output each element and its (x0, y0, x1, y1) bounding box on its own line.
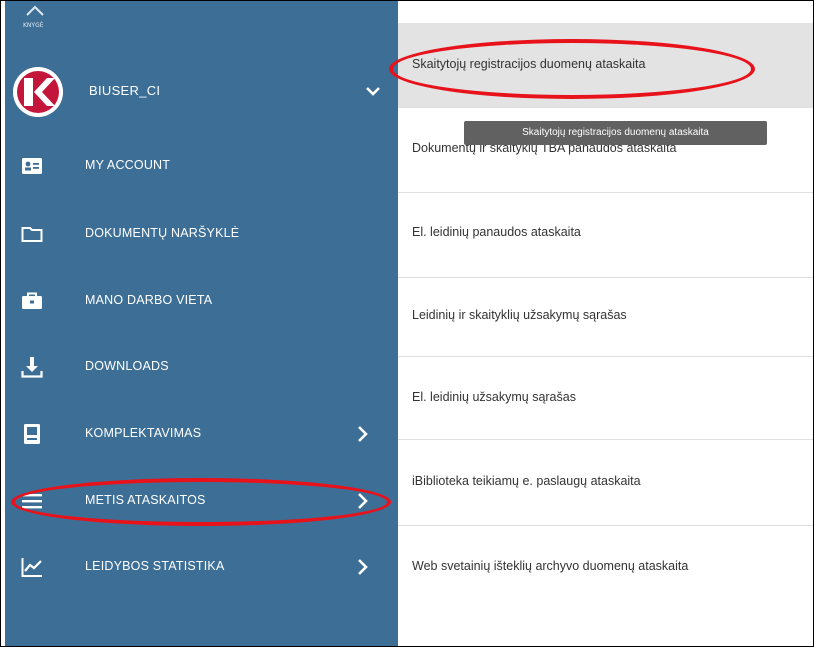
report-label: Skaitytojų registracijos duomenų ataskai… (412, 57, 646, 71)
sidebar-item-metis-ataskaitos[interactable]: METIS ATASKAITOS (5, 481, 398, 521)
sidebar-item-label: MANO DARBO VIETA (85, 293, 213, 307)
chevron-right-icon (355, 491, 371, 511)
folder-icon (20, 222, 44, 246)
download-icon (20, 355, 44, 379)
sidebar-item-label: DOWNLOADS (85, 359, 169, 373)
report-item[interactable]: El. leidinių panaudos ataskaita (398, 193, 813, 278)
briefcase-icon (20, 289, 44, 313)
report-label: iBiblioteka teikiamų e. paslaugų ataskai… (412, 474, 641, 488)
chart-icon (20, 555, 44, 579)
user-k-icon (13, 67, 63, 117)
report-label: El. leidinių panaudos ataskaita (412, 225, 581, 239)
report-list: Skaitytojų registracijos duomenų ataskai… (398, 1, 813, 646)
sidebar-item-mano-darbo-vieta[interactable]: MANO DARBO VIETA (5, 281, 398, 321)
report-item[interactable]: iBiblioteka teikiamų e. paslaugų ataskai… (398, 440, 813, 526)
report-label: El. leidinių užsakymų sąrašas (412, 390, 576, 404)
chevron-down-icon[interactable] (363, 81, 383, 101)
sidebar-item-downloads[interactable]: DOWNLOADS (5, 347, 398, 387)
sidebar-item-label: DOKUMENTŲ NARŠYKLĖ (85, 226, 240, 240)
sidebar-item-label: LEIDYBOS STATISTIKA (85, 559, 225, 573)
book-icon (20, 422, 44, 446)
chevron-right-icon (355, 557, 371, 577)
sidebar: KNYGĖ BIUSER_CI MY ACCOUNT DOKUMENTŲ NAR… (5, 1, 398, 646)
report-item[interactable]: Web svetainių išteklių archyvo duomenų a… (398, 526, 813, 646)
tooltip: Skaitytojų registracijos duomenų ataskai… (464, 121, 767, 145)
report-label: Leidinių ir skaityklių užsakymų sąrašas (412, 308, 627, 322)
report-item[interactable]: Skaitytojų registracijos duomenų ataskai… (398, 23, 813, 108)
sidebar-item-label: MY ACCOUNT (85, 158, 171, 172)
report-label: Web svetainių išteklių archyvo duomenų a… (412, 559, 689, 573)
account-card-icon (20, 154, 44, 178)
sidebar-item-dokumentu-narsykle[interactable]: DOKUMENTŲ NARŠYKLĖ (5, 214, 398, 254)
logo-icon: KNYGĖ (21, 3, 49, 29)
avatar (13, 67, 63, 117)
report-item[interactable]: Leidinių ir skaityklių užsakymų sąrašas (398, 278, 813, 357)
svg-text:KNYGĖ: KNYGĖ (23, 22, 44, 29)
report-item[interactable]: El. leidinių užsakymų sąrašas (398, 357, 813, 440)
user-name: BIUSER_CI (89, 83, 161, 98)
sidebar-item-komplektavimas[interactable]: KOMPLEKTAVIMAS (5, 414, 398, 454)
user-menu[interactable]: BIUSER_CI (13, 67, 393, 117)
sidebar-item-label: KOMPLEKTAVIMAS (85, 426, 202, 440)
chevron-right-icon (355, 424, 371, 444)
sidebar-item-leidybos-statistika[interactable]: LEIDYBOS STATISTIKA (5, 547, 398, 587)
screenshot-frame: KNYGĖ BIUSER_CI MY ACCOUNT DOKUMENTŲ NAR… (0, 0, 814, 647)
sidebar-item-label: METIS ATASKAITOS (85, 493, 206, 507)
list-icon (20, 489, 44, 513)
sidebar-item-my-account[interactable]: MY ACCOUNT (5, 146, 398, 186)
